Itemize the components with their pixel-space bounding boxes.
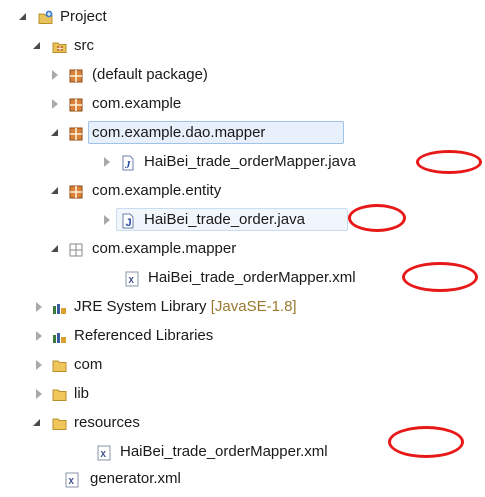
folder-icon (52, 386, 68, 402)
expand-toggle[interactable] (34, 302, 44, 312)
collapse-toggle[interactable] (50, 244, 60, 254)
tree-item-label: com.example (92, 95, 182, 112)
svg-text:X: X (129, 276, 135, 286)
tree-item-label: (default package) (92, 66, 208, 83)
tree-item-label: generator.xml (90, 470, 181, 487)
tree-item-label: HaiBei_trade_orderMapper.java (144, 153, 356, 170)
package-icon (68, 125, 84, 141)
package-icon (68, 67, 84, 83)
tree-item-lib[interactable]: lib (0, 381, 200, 407)
expand-toggle[interactable] (102, 157, 112, 167)
tree-item-label: JRE System Library [JavaSE-1.8] (74, 294, 297, 320)
tree-item-mapper-package[interactable]: com.example.mapper (0, 236, 300, 262)
annotation-circle (348, 204, 406, 232)
tree-item-label: com (74, 356, 103, 373)
expand-toggle[interactable] (34, 331, 44, 341)
expand-toggle[interactable] (50, 99, 60, 109)
tree-item-label: Project (60, 8, 107, 25)
collapse-toggle[interactable] (50, 186, 60, 196)
tree-item-com-example[interactable]: com.example (0, 91, 300, 117)
annotation-circle (388, 426, 464, 458)
tree-item-label: resources (74, 414, 140, 431)
tree-item-dao-mapper[interactable]: com.example.dao.mapper (0, 120, 360, 146)
xml-file-icon: X (64, 471, 80, 488)
tree-item-label: HaiBei_trade_orderMapper.xml (148, 269, 356, 286)
library-icon (52, 299, 68, 315)
source-folder-icon (52, 38, 68, 54)
package-icon (68, 183, 84, 199)
tree-item-label: src (74, 37, 94, 54)
expand-toggle[interactable] (34, 360, 44, 370)
tree-item-com[interactable]: com (0, 352, 200, 378)
expand-toggle[interactable] (50, 70, 60, 80)
tree-item-label: HaiBei_trade_order.java (144, 211, 305, 228)
xml-file-icon: X (96, 444, 112, 461)
tree-item-label: com.example.mapper (92, 240, 237, 257)
jre-version: [JavaSE-1.8] (210, 298, 297, 315)
folder-icon (52, 357, 68, 373)
tree-item-label: Referenced Libraries (74, 327, 214, 344)
svg-text:J: J (124, 159, 131, 171)
package-icon (68, 96, 84, 112)
tree-item-label: com.example.dao.mapper (92, 124, 266, 141)
tree-item-project[interactable]: Project (0, 4, 200, 30)
svg-text:X: X (101, 450, 107, 460)
empty-package-icon (68, 241, 84, 257)
jre-name: JRE System Library (74, 298, 207, 315)
annotation-circle (402, 262, 478, 292)
tree-item-order-java[interactable]: J HaiBei_trade_order.java (0, 207, 360, 233)
annotation-circle (416, 150, 482, 174)
java-class-icon: J (120, 212, 136, 229)
collapse-toggle[interactable] (18, 12, 28, 22)
collapse-toggle[interactable] (50, 128, 60, 138)
svg-text:J: J (126, 217, 132, 229)
tree-item-mapper-xml[interactable]: X HaiBei_trade_orderMapper.xml (0, 265, 420, 291)
tree-item-default-package[interactable]: (default package) (0, 62, 300, 88)
collapse-toggle[interactable] (32, 418, 42, 428)
folder-icon (52, 415, 68, 431)
expand-toggle[interactable] (34, 389, 44, 399)
library-icon (52, 328, 68, 344)
xml-file-icon: X (124, 270, 140, 287)
tree-item-resources-mapper-xml[interactable]: X HaiBei_trade_orderMapper.xml (0, 439, 400, 465)
java-interface-icon: J (120, 154, 136, 171)
collapse-toggle[interactable] (32, 41, 42, 51)
tree-item-label: com.example.entity (92, 182, 222, 199)
tree-item-referenced-libraries[interactable]: Referenced Libraries (0, 323, 300, 349)
tree-item-mapper-java[interactable]: J HaiBei_trade_orderMapper.java (0, 149, 430, 175)
svg-text:X: X (69, 477, 75, 487)
tree-item-generator-xml[interactable]: X generator.xml (0, 466, 300, 492)
java-project-icon (38, 9, 54, 25)
tree-item-entity[interactable]: com.example.entity (0, 178, 300, 204)
tree-item-resources[interactable]: resources (0, 410, 200, 436)
tree-item-jre[interactable]: JRE System Library [JavaSE-1.8] (0, 294, 360, 320)
tree-item-label: HaiBei_trade_orderMapper.xml (120, 443, 328, 460)
expand-toggle[interactable] (102, 215, 112, 225)
tree-item-src[interactable]: src (0, 33, 200, 59)
tree-item-label: lib (74, 385, 90, 402)
